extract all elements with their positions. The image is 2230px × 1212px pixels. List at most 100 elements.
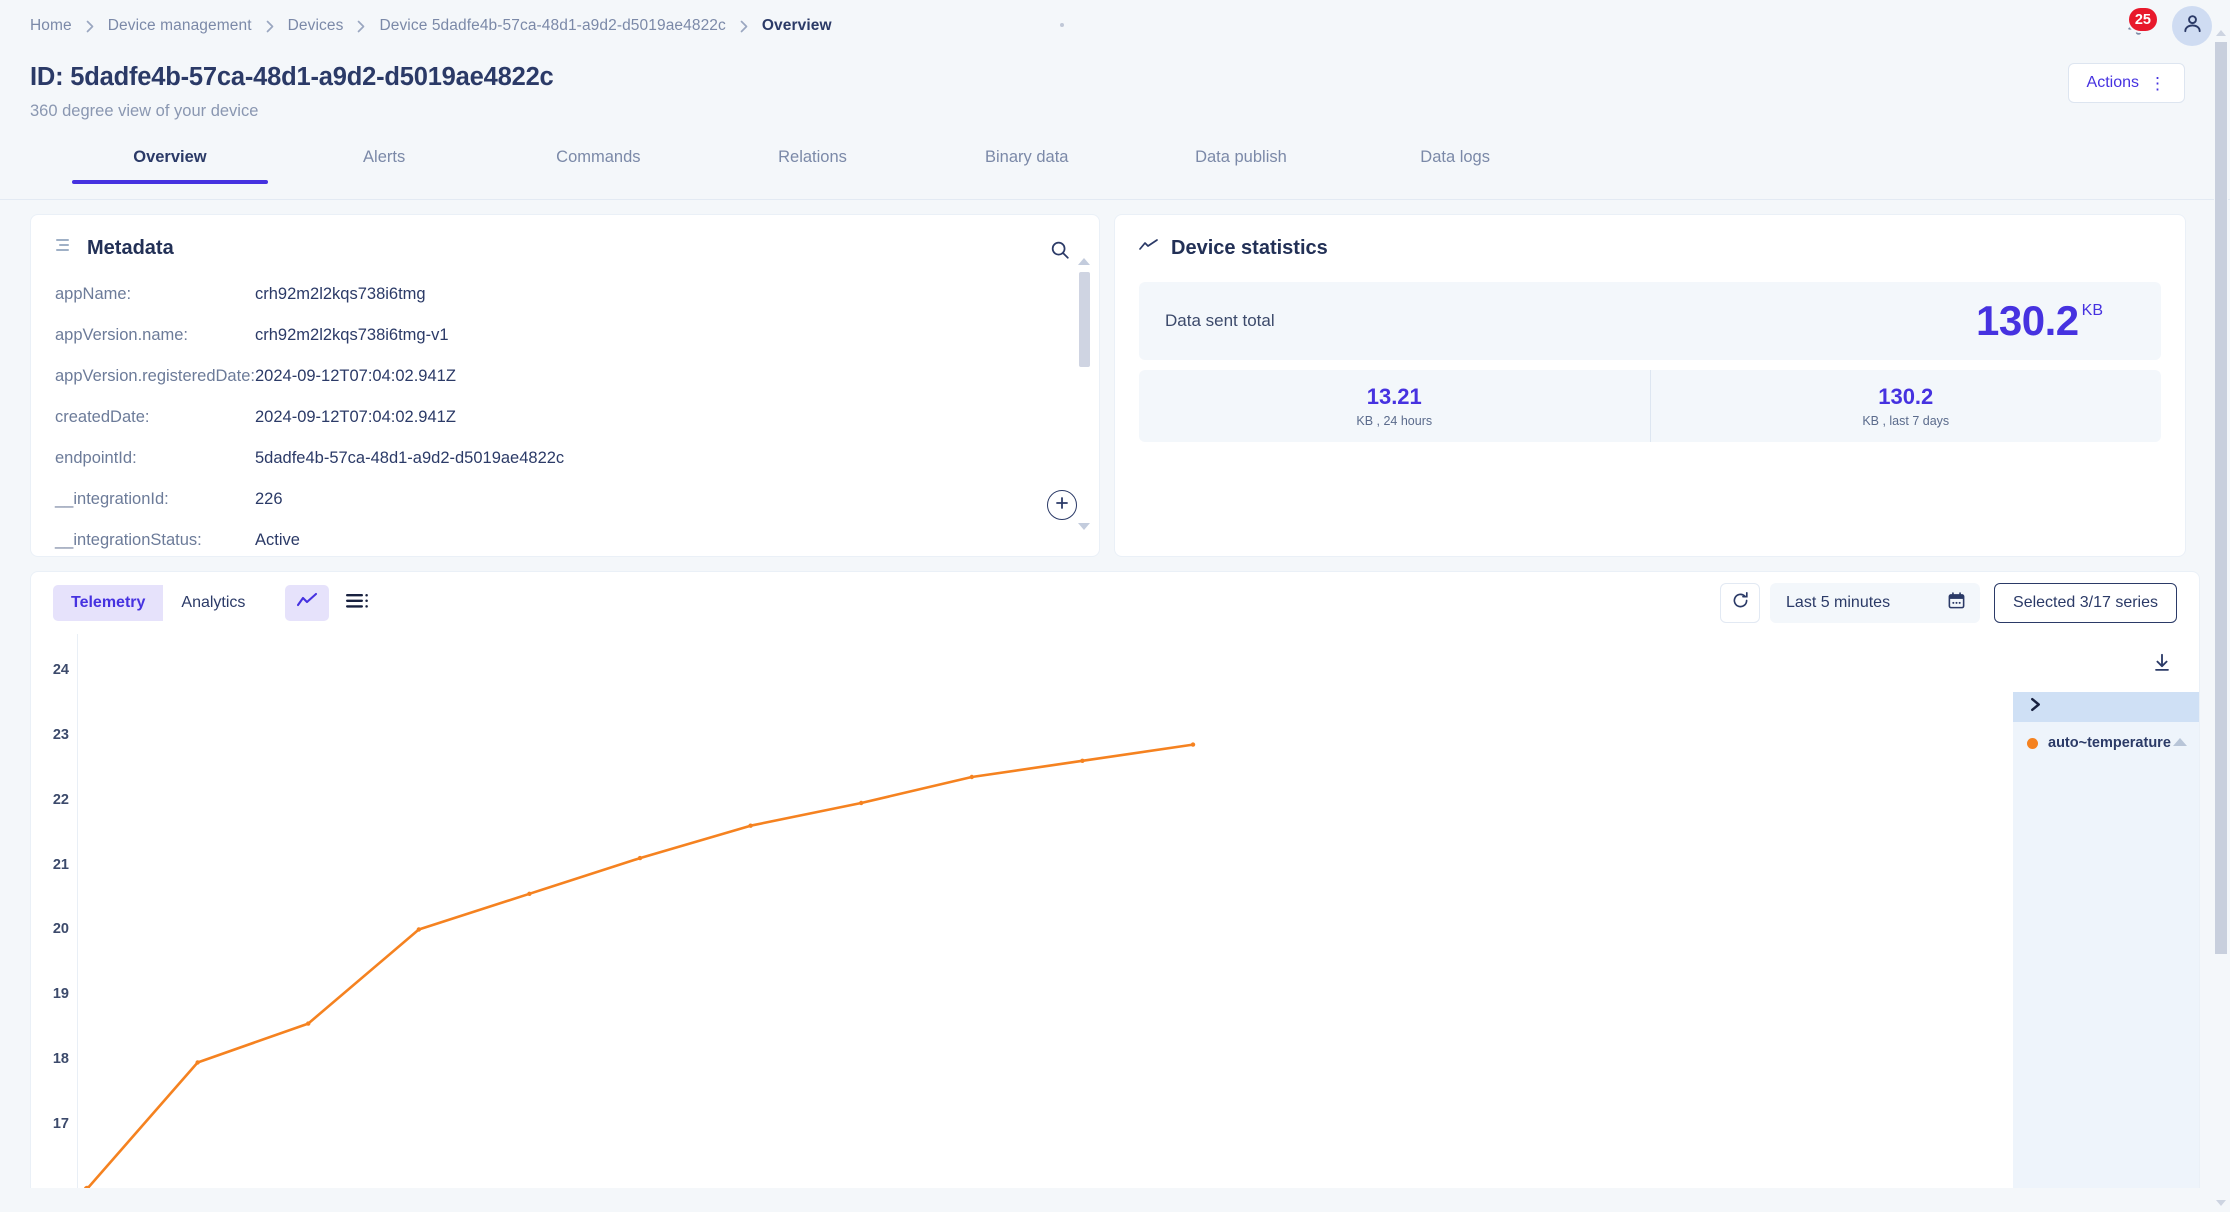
metadata-key: appVersion.name: [55,326,189,344]
legend-item[interactable]: auto~temperature [2013,722,2199,751]
segment-telemetry[interactable]: Telemetry [53,585,164,621]
chart-series-svg [83,742,1196,1188]
line-chart[interactable]: 24 23 22 21 20 19 18 17 [31,634,1943,1188]
metadata-key: createdDate: [55,408,150,426]
page-title: ID: 5dadfe4b-57ca-48d1-a9d2-d5019ae4822c [30,63,554,91]
metadata-row: appName: crh92m2l2kqs738i6tmg [55,274,1075,315]
breadcrumb-separator-icon [357,20,365,33]
breadcrumb-item-1[interactable]: Home [30,17,72,35]
metadata-value: 226 [255,490,283,508]
tab-bar: Overview Alerts Commands Relations Binary da… [0,144,2230,200]
kebab-menu-icon: ⋮ [2149,73,2166,93]
cards-row: Metadata appName: crh92m2l2kqs738i6tmg app… [0,200,2230,557]
metadata-value: crh92m2l2kqs738i6tmg-v1 [255,326,449,344]
metadata-card: Metadata appName: crh92m2l2kqs738i6tmg app… [30,214,1100,557]
page-scrollbar-thumb[interactable] [2215,42,2227,954]
plus-circle-icon [1054,495,1070,516]
top-bar: Home Device management Devices Device 5dadf… [0,0,2230,52]
calendar-icon [1947,591,1966,615]
scroll-down-arrow-icon[interactable] [1078,523,1090,530]
list-view-icon [345,593,369,614]
data-sent-total-label: Data sent total [1165,311,1275,330]
chart-data-point[interactable] [306,1021,311,1026]
scroll-up-arrow-icon[interactable] [1078,258,1090,265]
metadata-key: endpointId: [55,449,137,467]
tab-relations[interactable]: Relations [753,148,873,183]
tab-commands[interactable]: Commands [538,148,658,183]
statistic-cell: 130.2 KB , last 7 days [1649,370,2162,442]
search-icon[interactable] [1049,239,1071,266]
series-selector-button[interactable]: Selected 3/17 series [1994,583,2177,623]
statistic-cell-label: KB , last 7 days [1862,414,1950,428]
chart-data-point[interactable] [637,855,643,861]
metadata-scrollbar[interactable] [1077,258,1091,530]
tab-data-publish[interactable]: Data publish [1181,148,1301,183]
metadata-value: 2024-09-12T07:04:02.941Z [255,367,456,385]
metadata-key: appVersion.registeredDate: [55,367,255,385]
metadata-key: __integrationStatus: [55,531,202,549]
tab-overview[interactable]: Overview [71,148,268,184]
add-metadata-button[interactable] [1047,490,1077,520]
statistic-cell-label: KB , 24 hours [1356,414,1433,428]
avatar[interactable] [2172,6,2212,46]
notifications-button[interactable]: 25 [2118,6,2159,46]
page-subtitle: 360 degree view of your device [30,102,259,120]
statistic-cell-value: 130.2 [1878,384,1934,409]
chart-data-point[interactable] [416,927,421,932]
chart-data-point[interactable] [748,823,753,828]
breadcrumb-item-3[interactable]: Devices [288,17,344,35]
metadata-value: 5dadfe4b-57ca-48d1-a9d2-d5019ae4822c [255,449,565,467]
tab-binary-data[interactable]: Binary data [967,148,1087,183]
legend-collapse-toggle[interactable] [2013,692,2199,722]
data-sent-total-value: 130.2 [1976,297,2079,344]
metadata-header: Metadata [31,215,1099,260]
table-view-button[interactable] [335,585,379,621]
statistics-breakdown-row: 13.21 KB , 24 hours 130.2 KB , last 7 days [1139,370,2161,442]
metadata-title: Metadata [87,237,174,259]
time-range-label: Last 5 minutes [1786,594,1891,611]
tab-alerts[interactable]: Alerts [324,148,444,183]
metadata-row: __integrationStatus: Active [55,520,1075,556]
segment-analytics[interactable]: Analytics [163,585,263,621]
chart-data-point[interactable] [1190,742,1196,747]
actions-button[interactable]: Actions ⋮ [2067,63,2185,103]
breadcrumb: Home Device management Devices Device 5dadf… [30,17,832,35]
breadcrumb-item-4[interactable]: Device 5dadfe4b-57ca-48d1-a9d2-d5019ae48… [379,17,725,35]
chart-data-point[interactable] [969,774,974,780]
time-range-picker[interactable]: Last 5 minutes [1770,583,1981,623]
download-button[interactable] [2151,652,2173,679]
chart-view-button[interactable] [285,585,330,621]
tab-data-logs[interactable]: Data logs [1395,148,1515,183]
chart-data-point[interactable] [195,1060,200,1065]
statistics-header: Device statistics [1115,215,2185,260]
metadata-value: 2024-09-12T07:04:02.941Z [255,408,456,426]
trend-line-icon [1139,238,1159,259]
legend-scroll-up-icon[interactable] [2173,738,2187,746]
metadata-key: __integrationId: [55,490,169,508]
chart-legend: auto~temperature [2013,692,2199,1188]
page-scroll-up-icon[interactable] [2216,30,2226,36]
metadata-row: endpointId: 5dadfe4b-57ca-48d1-a9d2-d5019… [55,438,1075,479]
list-lines-icon [55,237,75,260]
chart-line-auto~temperature [86,743,1195,1188]
chart-data-point[interactable] [859,800,864,806]
actions-label: Actions [2086,74,2139,91]
chart-data-point[interactable] [527,891,532,896]
legend-label: auto~temperature [2048,735,2171,751]
refresh-button[interactable] [1720,583,1761,623]
metadata-value: Active [255,531,300,549]
page-scroll-down-icon[interactable] [2216,1200,2226,1206]
legend-color-dot [2027,737,2038,749]
download-icon [2151,653,2173,678]
metadata-row: appVersion.registeredDate: 2024-09-12T07:… [55,356,1075,397]
chart-data-point[interactable] [1080,758,1085,763]
data-sent-total-unit: KB [2081,302,2103,319]
telemetry-mode-switch: Telemetry Analytics [53,585,263,621]
telemetry-toolbar-right: Last 5 minutes Selected 3/17 series [1720,572,2177,634]
breadcrumb-item-2[interactable]: Device management [108,17,252,35]
line-chart-icon [296,592,318,615]
user-avatar-icon [2181,12,2204,40]
scrollbar-thumb[interactable] [1079,272,1090,367]
breadcrumb-separator-icon [740,20,748,33]
page-scrollbar[interactable] [2214,0,2228,1212]
